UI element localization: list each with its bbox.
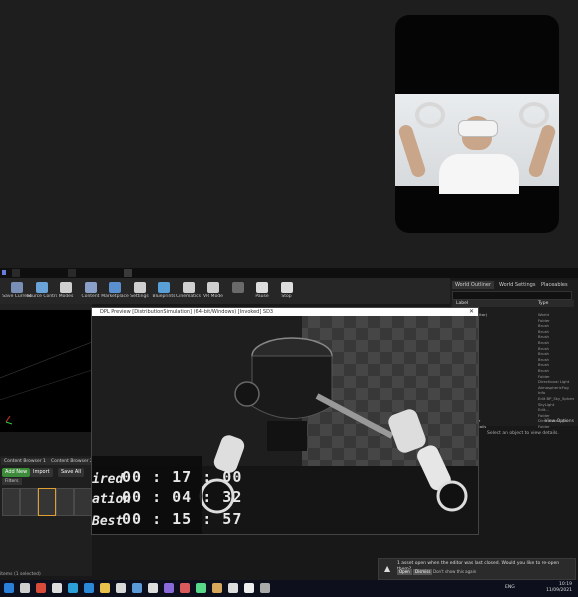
tab-placeables[interactable]: Placeables [538,281,571,289]
file-explorer-icon[interactable] [100,583,110,593]
tray-language[interactable]: ENG [505,585,515,590]
search-icon[interactable] [20,583,30,593]
vr-headset [458,120,498,137]
left-arm [396,123,428,179]
close-window-button[interactable]: ✕ [469,308,474,316]
timer-value: 00 : 15 : 57 [122,510,243,528]
app-icon[interactable] [180,583,190,593]
clock-date: 11/09/2021 [546,588,572,593]
add-new-button[interactable]: Add New [2,468,31,477]
taskbar-clock[interactable]: 10:19 11/09/2021 [546,582,572,594]
outliner-search-input[interactable] [452,291,572,300]
person-body [439,154,519,194]
main-toolbar: Save Current Source Control Modes Content Ma… [0,278,450,304]
preview-window[interactable]: DPL Preview [DistributionSimulation] (64… [91,307,479,535]
edge-icon[interactable] [68,583,78,593]
app-icon[interactable] [212,583,222,593]
app-icon[interactable] [148,583,158,593]
outliner-row-type: Folder [538,423,550,429]
timer-value: 00 : 04 : 32 [122,488,243,506]
right-arm [526,123,558,179]
store-icon[interactable] [132,583,142,593]
app-icon[interactable] [164,583,174,593]
reopen-assets-notification: ▲ 1 asset open when the editor was last … [378,558,576,580]
viewport-grid [0,341,92,425]
level-viewport[interactable] [0,304,92,432]
app-icon[interactable] [260,583,270,593]
app-icon[interactable] [196,583,206,593]
label-column-header[interactable]: Label [456,300,468,307]
asset-thumbnail-selected[interactable] [38,488,56,516]
preview-scene[interactable]: ired 00 : 17 : 00 ation 00 : 04 : 32 Bes… [92,316,478,534]
toolbar-icon [231,282,244,293]
timer-label: Best [92,514,124,529]
editor-tab[interactable] [12,269,20,277]
app-icon[interactable] [116,583,126,593]
vscode-icon[interactable] [84,583,94,593]
toolbar-icon [109,282,121,293]
save-all-button[interactable]: Save All [58,468,85,477]
toolbar-icon [207,282,219,293]
toolbar-icon [256,282,268,293]
timer-value: 00 : 17 : 00 [122,468,243,486]
toolbar-icon [11,282,23,293]
toolbar-icon [133,282,146,293]
asset-thumbnail[interactable] [74,488,92,516]
content-browser: Content Browser 1 Content Browser 2 Add … [0,456,96,576]
asset-thumbnail[interactable] [56,488,74,516]
asset-thumbnail[interactable] [20,488,38,516]
content-browser-tab[interactable]: Content Browser 2 [48,458,96,465]
editor-tab[interactable] [68,269,76,277]
task-view-icon[interactable] [52,583,62,593]
timer-label: ired [92,472,124,487]
open-button[interactable]: Open [397,569,412,575]
outliner-header: Label Type [452,300,574,307]
app-icon[interactable] [228,583,238,593]
toolbar-icon [84,282,97,293]
tab-world-settings[interactable]: World Settings [496,281,538,289]
content-browser-tab[interactable]: Content Browser 1 [1,458,49,465]
toolbar-icon [158,282,170,293]
toolbar-button[interactable]: Stop [272,280,302,302]
details-empty-message: Select an object to view details. [487,431,559,436]
type-column-header[interactable]: Type [538,300,548,307]
dont-show-again-checkbox[interactable]: Don't show this again [433,569,476,575]
status-text: items (1 selected) [0,572,41,577]
toolbar-icon [35,282,48,293]
toolbar-button-label: Stop [281,294,292,299]
unreal-icon[interactable] [244,583,254,593]
toolbar-icon [60,282,72,293]
participant-video [395,94,559,194]
warning-icon: ▲ [384,564,391,573]
windows-taskbar: ENG 10:19 11/09/2021 [0,580,578,597]
asset-thumbnail[interactable] [2,488,20,516]
view-options-button[interactable]: View Options [545,419,574,424]
dismiss-button[interactable]: Dismiss [413,569,433,575]
preview-window-titlebar: DPL Preview [DistributionSimulation] (64… [92,308,478,316]
import-button[interactable]: Import [30,468,53,477]
filters-button[interactable]: Filters [2,478,22,485]
editor-logo-icon [2,270,6,275]
preview-window-title: DPL Preview [DistributionSimulation] (64… [100,309,274,315]
chrome-icon[interactable] [36,583,46,593]
vr-controller-left [415,102,445,128]
editor-tab-active[interactable] [124,269,132,277]
toolbar-icon [182,282,195,293]
vr-controller-right [519,102,549,128]
toolbar-icon [280,282,293,293]
tab-world-outliner[interactable]: World Outliner [452,281,495,289]
editor-tab-strip [0,268,578,278]
participant-video-tile[interactable] [395,15,559,233]
windows-start-icon[interactable] [4,583,14,593]
